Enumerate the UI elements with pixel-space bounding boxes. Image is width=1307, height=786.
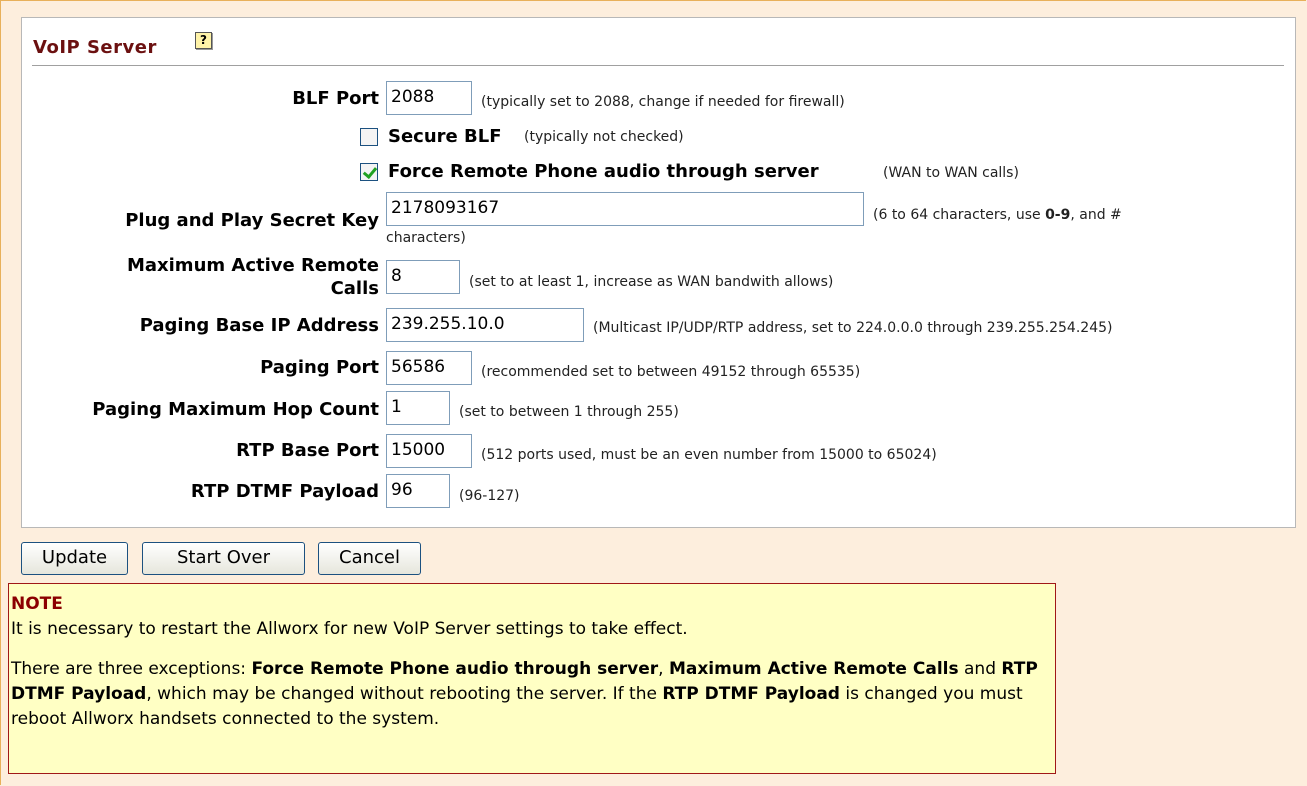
paging-ip-label: Paging Base IP Address (139, 315, 379, 336)
secure-blf-checkbox[interactable] (360, 128, 378, 146)
voip-server-panel: VoIP Server ? BLF Port 2088 (typically s… (21, 17, 1296, 528)
hop-count-input[interactable]: 1 (386, 391, 450, 425)
paging-ip-input[interactable]: 239.255.10.0 (386, 308, 584, 342)
panel-title: VoIP Server (33, 37, 157, 58)
max-calls-input[interactable]: 8 (386, 260, 460, 294)
paging-port-hint: (recommended set to between 49152 throug… (481, 364, 861, 380)
pnp-key-label: Plug and Play Secret Key (125, 210, 379, 231)
note-box: NOTE It is necessary to restart the Allw… (8, 583, 1056, 774)
start-over-button[interactable]: Start Over (142, 542, 305, 575)
blf-port-label: BLF Port (292, 88, 379, 109)
title-divider (32, 65, 1284, 66)
pnp-key-input[interactable]: 2178093167 (386, 192, 864, 226)
max-calls-label: Maximum Active Remote Calls (126, 255, 379, 299)
note-exceptions: There are three exceptions: Force Remote… (11, 659, 1038, 729)
note-title: NOTE (11, 594, 63, 614)
rtp-port-label: RTP Base Port (236, 440, 379, 461)
dtmf-hint: (96-127) (459, 488, 520, 504)
help-icon[interactable]: ? (195, 32, 212, 49)
force-remote-hint: (WAN to WAN calls) (883, 165, 1019, 181)
hop-count-label: Paging Maximum Hop Count (92, 399, 379, 420)
hop-count-hint: (set to between 1 through 255) (459, 404, 679, 420)
paging-port-input[interactable]: 56586 (386, 351, 472, 385)
force-remote-checkbox[interactable] (360, 163, 378, 181)
blf-port-input[interactable]: 2088 (386, 81, 472, 115)
max-calls-hint: (set to at least 1, increase as WAN band… (469, 274, 834, 290)
pnp-key-hint-line2: characters) (386, 230, 466, 246)
update-button[interactable]: Update (21, 542, 128, 575)
secure-blf-label: Secure BLF (388, 126, 502, 147)
dtmf-label: RTP DTMF Payload (190, 481, 379, 502)
paging-ip-hint: (Multicast IP/UDP/RTP address, set to 22… (593, 320, 1113, 336)
note-line1: It is necessary to restart the Allworx f… (11, 619, 688, 639)
dtmf-input[interactable]: 96 (386, 474, 450, 508)
force-remote-label: Force Remote Phone audio through server (388, 161, 819, 182)
rtp-port-input[interactable]: 15000 (386, 434, 472, 468)
cancel-button[interactable]: Cancel (318, 542, 421, 575)
pnp-key-hint: (6 to 64 characters, use 0-9, and # (873, 207, 1122, 223)
rtp-port-hint: (512 ports used, must be an even number … (481, 447, 937, 463)
blf-port-hint: (typically set to 2088, change if needed… (481, 94, 845, 110)
paging-port-label: Paging Port (260, 357, 379, 378)
secure-blf-hint: (typically not checked) (524, 129, 684, 145)
